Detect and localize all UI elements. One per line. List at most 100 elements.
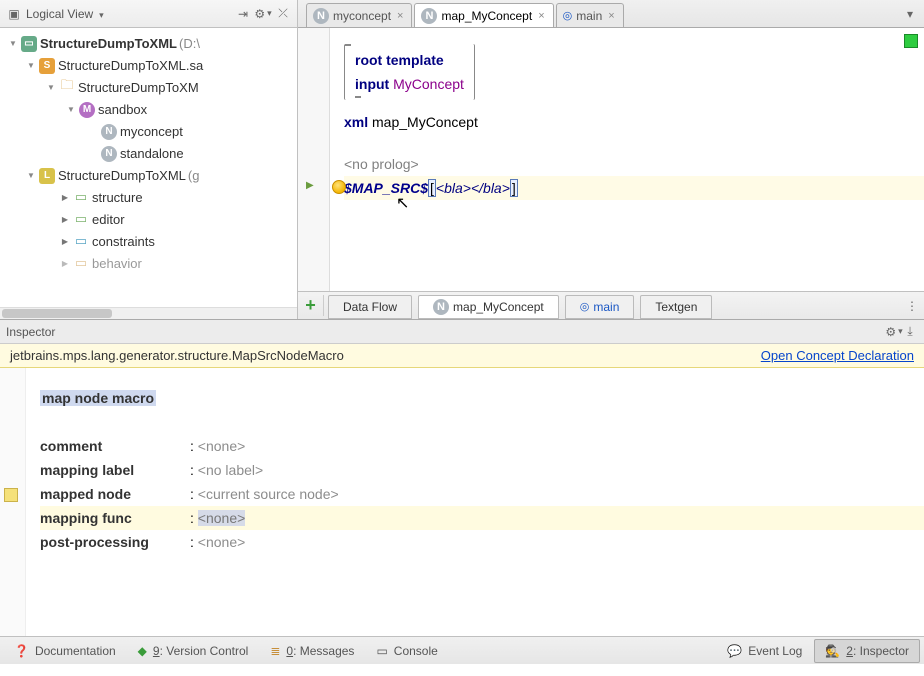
tree-label: sandbox	[96, 102, 147, 117]
bottom-tab-textgen[interactable]: Textgen	[640, 295, 712, 319]
tree-path-suffix: (g	[186, 168, 200, 183]
editor-body[interactable]: ▶ root template input MyConcept xml map_…	[298, 28, 924, 291]
prop-value[interactable]: <none>	[198, 534, 246, 550]
concept-path: jetbrains.mps.lang.generator.structure.M…	[10, 348, 344, 363]
inspector-body[interactable]: map node macro comment: <none> mapping l…	[0, 368, 924, 636]
mnemonic: 9	[153, 644, 160, 658]
prop-mapped-node[interactable]: mapped node: <current source node>	[40, 482, 924, 506]
prop-mapping-label[interactable]: mapping label: <no label>	[40, 458, 924, 482]
prop-value[interactable]: <none>	[198, 438, 246, 454]
tree-label: myconcept	[118, 124, 183, 139]
xml-kw: xml	[344, 114, 368, 130]
tab-list-dropdown-icon[interactable]: ▾	[902, 6, 918, 22]
tool-documentation[interactable]: ❓ Documentation	[4, 639, 126, 663]
view-mode-dropdown-icon[interactable]	[97, 6, 104, 21]
tree-label: StructureDumpToXM	[76, 80, 199, 95]
add-aspect-button[interactable]: +	[298, 295, 324, 316]
bottom-tab-map-myconcept[interactable]: N map_MyConcept	[418, 295, 559, 319]
tree-aspect-behavior[interactable]: ▭ behavior	[0, 252, 297, 274]
prop-comment[interactable]: comment: <none>	[40, 434, 924, 458]
xml-close-tag[interactable]: </bla>	[471, 180, 510, 196]
close-icon[interactable]: ×	[536, 10, 546, 22]
tree-body[interactable]: ▭ StructureDumpToXML (D:\ S StructureDum…	[0, 28, 297, 307]
node-badge-icon: N	[101, 124, 117, 140]
gutter-highlight-icon	[4, 488, 18, 502]
editor-bottom-tabs: + Data Flow N map_MyConcept ◎ main Textg…	[298, 291, 924, 319]
tool-window-bar: ❓ Documentation ◆ 9: Version Control ≣ 0…	[0, 636, 924, 664]
tool-label: Event Log	[748, 644, 802, 658]
tab-label: Textgen	[655, 300, 697, 314]
tree-label: StructureDumpToXML	[38, 36, 177, 51]
aspect-icon: ▭	[72, 189, 90, 205]
tree-aspect-editor[interactable]: ▭ editor	[0, 208, 297, 230]
project-badge-icon: ▭	[21, 36, 37, 52]
vcs-icon: ◆	[138, 644, 147, 658]
tool-version-control[interactable]: ◆ 9: Version Control	[128, 639, 259, 663]
xml-open-tag[interactable]: <bla>	[436, 180, 471, 196]
gear-icon[interactable]: ⚙	[886, 324, 902, 340]
prop-value[interactable]: <current source node>	[198, 486, 339, 502]
tree-node-standalone[interactable]: N standalone	[0, 142, 297, 164]
tab-myconcept[interactable]: N myconcept ×	[306, 3, 412, 27]
prop-mapping-func[interactable]: mapping func: <none>	[40, 506, 924, 530]
tree-label: StructureDumpToXML.sa	[56, 58, 203, 73]
bracket-close: ]	[510, 179, 518, 197]
bottom-tab-data-flow[interactable]: Data Flow	[328, 295, 412, 319]
tool-inspector[interactable]: 🕵 2: Inspector	[814, 639, 920, 663]
tool-label: Inspector	[860, 644, 909, 658]
aspect-icon: ▭	[72, 211, 90, 227]
no-prolog-cell[interactable]: <no prolog>	[344, 156, 419, 172]
aspect-icon: ▭	[72, 255, 90, 271]
tool-label: Messages	[300, 644, 355, 658]
inspector-title: Inspector	[6, 325, 55, 339]
tab-main[interactable]: ◎ main ×	[556, 3, 624, 27]
tree-label: constraints	[90, 234, 155, 249]
tree-node-myconcept[interactable]: N myconcept	[0, 120, 297, 142]
prop-value[interactable]: <none>	[198, 510, 246, 526]
template-header-block: root template input MyConcept	[344, 44, 475, 100]
intention-bulb-icon[interactable]	[332, 180, 346, 194]
prop-value[interactable]: <no label>	[198, 462, 263, 478]
macro-line[interactable]: $MAP_SRC$[<bla></bla>]	[344, 176, 924, 200]
hide-panel-icon[interactable]: ⤫	[275, 6, 291, 22]
inspector-gutter	[0, 368, 26, 636]
close-icon[interactable]: ×	[395, 10, 405, 22]
tree-language[interactable]: L StructureDumpToXML (g	[0, 164, 297, 186]
bottom-tab-main[interactable]: ◎ main	[565, 295, 635, 319]
input-type[interactable]: MyConcept	[393, 76, 464, 92]
bottom-tab-overflow-icon[interactable]: ⋮	[904, 298, 920, 314]
project-tree-panel: ▣ Logical View ⇥ ⚙ ⤫ ▭ StructureDumpToXM…	[0, 0, 298, 319]
map-src-macro[interactable]: $MAP_SRC$	[344, 180, 428, 196]
solution-badge-icon: S	[39, 58, 55, 74]
tool-console[interactable]: ▭ Console	[366, 639, 447, 663]
tree-folder[interactable]: 🗀 StructureDumpToXM	[0, 76, 297, 98]
view-mode-label[interactable]: Logical View	[26, 7, 93, 21]
gear-icon[interactable]: ⚙	[255, 6, 271, 22]
open-concept-declaration-link[interactable]: Open Concept Declaration	[761, 348, 914, 363]
mnemonic: 2	[846, 644, 853, 658]
tree-label: behavior	[90, 256, 142, 271]
prop-post-processing[interactable]: post-processing: <none>	[40, 530, 924, 554]
tab-map-myconcept[interactable]: N map_MyConcept ×	[414, 3, 553, 27]
target-icon: ◎	[563, 9, 573, 22]
tree-root[interactable]: ▭ StructureDumpToXML (D:\	[0, 32, 297, 54]
tree-model-sandbox[interactable]: M sandbox	[0, 98, 297, 120]
bracket-open: [	[428, 179, 436, 197]
tree-aspect-constraints[interactable]: ▭ constraints	[0, 230, 297, 252]
tree-solution[interactable]: S StructureDumpToXML.sa	[0, 54, 297, 76]
tool-label: Version Control	[166, 644, 248, 658]
prop-key: comment	[40, 434, 190, 458]
tool-label: Documentation	[35, 644, 116, 658]
close-icon[interactable]: ×	[606, 10, 616, 22]
tool-event-log[interactable]: 💬 Event Log	[717, 639, 812, 663]
tree-aspect-structure[interactable]: ▭ structure	[0, 186, 297, 208]
tool-messages[interactable]: ≣ 0: Messages	[260, 639, 364, 663]
xml-decl-line[interactable]: xml map_MyConcept	[344, 110, 924, 134]
gutter-arrow-icon[interactable]: ▶	[306, 180, 314, 191]
root-template-kw: root template	[355, 52, 444, 68]
collapse-icon[interactable]: ⇥	[235, 6, 251, 22]
folder-icon: 🗀	[58, 76, 76, 98]
hide-panel-icon[interactable]: ⤓	[902, 324, 918, 340]
tree-h-scrollbar[interactable]	[0, 307, 297, 319]
messages-icon: ≣	[270, 644, 280, 658]
